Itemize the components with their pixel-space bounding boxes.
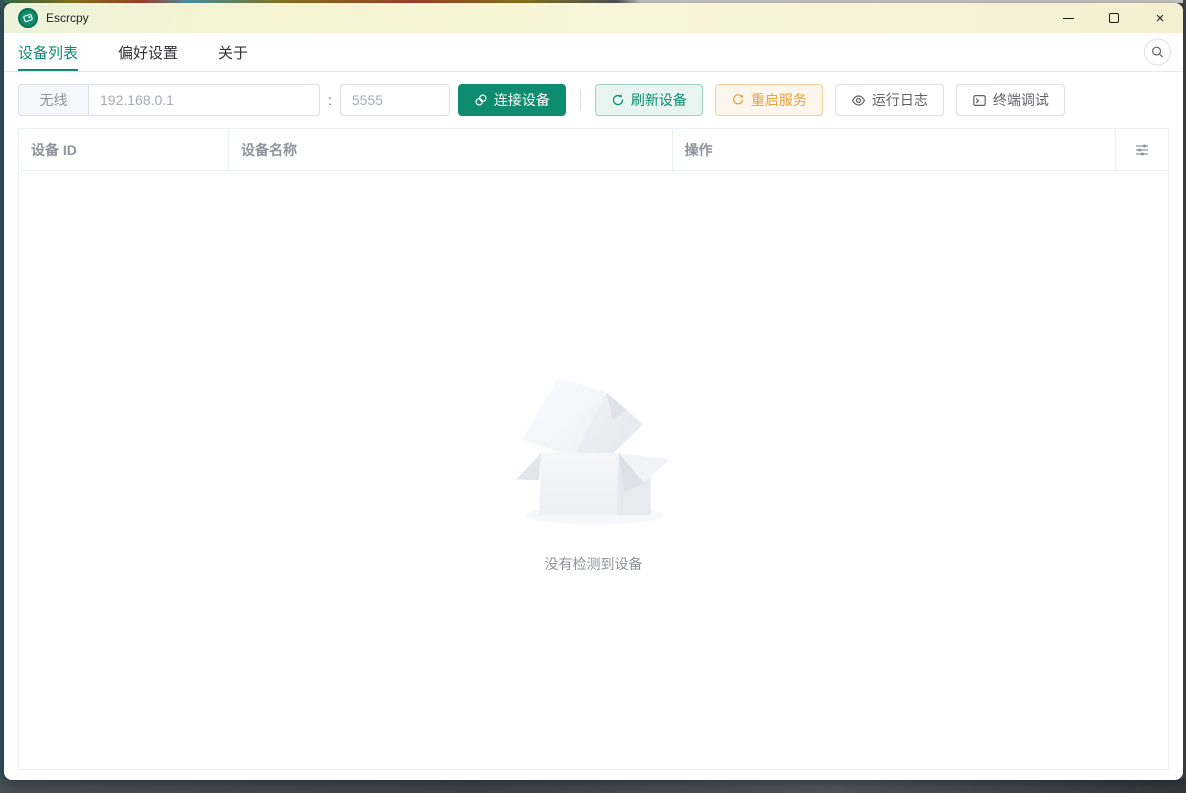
ip-address-input[interactable] xyxy=(88,84,320,116)
column-settings-button[interactable] xyxy=(1116,129,1168,170)
minimize-button[interactable] xyxy=(1045,3,1091,33)
terminal-debug-button[interactable]: 终端调试 xyxy=(955,84,1065,116)
run-logs-button[interactable]: 运行日志 xyxy=(834,84,944,116)
tab-preferences[interactable]: 偏好设置 xyxy=(118,33,178,71)
maximize-button[interactable] xyxy=(1091,3,1137,33)
terminal-icon xyxy=(973,94,986,106)
ip-port-separator: : xyxy=(328,92,332,108)
app-window: Escrcpy × 设备列表 偏好设置 关于 无线 : xyxy=(4,3,1183,780)
eye-icon xyxy=(851,94,866,106)
refresh-devices-button[interactable]: 刷新设备 xyxy=(594,84,703,116)
tab-bar: 设备列表 偏好设置 关于 xyxy=(4,33,1183,72)
device-table-body: 没有检测到设备 xyxy=(19,171,1168,769)
window-title: Escrcpy xyxy=(46,11,89,25)
desktop-background-bottom xyxy=(0,779,1186,793)
column-device-name: 设备名称 xyxy=(229,129,673,170)
close-icon: × xyxy=(1155,9,1165,27)
connection-mode-select[interactable]: 无线 xyxy=(18,84,88,116)
column-device-id: 设备 ID xyxy=(19,129,229,170)
maximize-icon xyxy=(1109,13,1119,23)
search-button[interactable] xyxy=(1144,38,1171,66)
window-controls: × xyxy=(1045,3,1183,33)
app-logo-icon xyxy=(18,8,38,28)
device-table-header: 设备 ID 设备名称 操作 xyxy=(19,129,1168,171)
connect-device-button[interactable]: 连接设备 xyxy=(457,84,566,116)
title-bar: Escrcpy × xyxy=(4,3,1183,33)
tab-about[interactable]: 关于 xyxy=(218,33,248,71)
search-icon xyxy=(1152,46,1163,58)
wireless-address-group: 无线 xyxy=(18,84,320,116)
tab-device-list[interactable]: 设备列表 xyxy=(18,33,79,71)
link-icon xyxy=(475,94,487,106)
toolbar-divider xyxy=(579,90,581,110)
port-input[interactable] xyxy=(339,84,450,116)
restart-icon xyxy=(732,94,744,105)
close-button[interactable]: × xyxy=(1137,3,1183,33)
device-table: 设备 ID 设备名称 操作 没有检测到设备 xyxy=(18,128,1169,770)
column-actions: 操作 xyxy=(673,129,1116,170)
empty-description: 没有检测到设备 xyxy=(544,556,643,572)
minimize-icon xyxy=(1062,17,1074,19)
restart-service-button[interactable]: 重启服务 xyxy=(714,84,823,116)
device-toolbar: 无线 : 连接设备 刷新设备 重启服务 xyxy=(4,72,1183,128)
empty-box-illustration xyxy=(516,377,670,525)
refresh-icon xyxy=(612,94,624,106)
sliders-icon xyxy=(1136,144,1148,155)
